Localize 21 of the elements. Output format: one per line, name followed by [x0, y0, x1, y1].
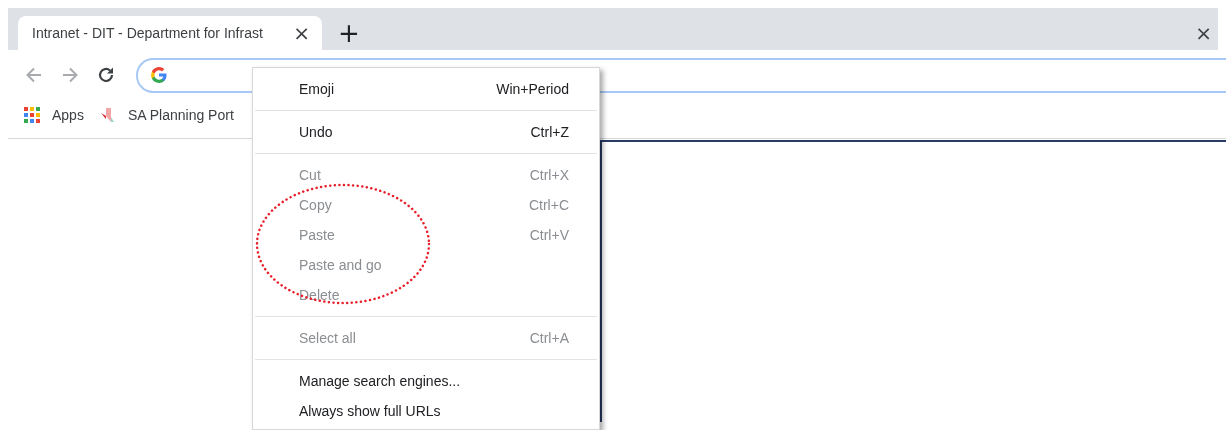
apps-grid-icon	[24, 107, 40, 123]
google-logo-icon	[150, 66, 168, 84]
tab-close-button[interactable]: ×	[289, 23, 314, 43]
shortcut-label: Ctrl+C	[528, 197, 569, 213]
shortcut-label: Ctrl+X	[529, 167, 569, 183]
new-tab-button[interactable]: +	[334, 20, 364, 46]
bookmark-item[interactable]: Apps	[24, 107, 84, 123]
shortcut-label: Ctrl+V	[529, 227, 569, 243]
menu-item[interactable]: Undo Ctrl+Z	[253, 117, 599, 147]
shortcut-label: Ctrl+Z	[530, 124, 569, 140]
browser-tab[interactable]: Intranet - DIT - Department for Infrast ×	[18, 16, 322, 50]
shortcut-label: Ctrl+A	[529, 330, 569, 346]
bookmark-item[interactable]: SA Planning Port	[99, 107, 234, 123]
window-close-button[interactable]: ×	[1193, 23, 1214, 43]
reload-icon[interactable]	[96, 65, 116, 85]
shortcut-label: Win+Period	[496, 81, 569, 97]
menu-item[interactable]: Emoji Win+Period	[253, 74, 599, 104]
flag-favicon-icon	[99, 107, 116, 123]
menu-item[interactable]: Manage search engines...	[253, 366, 599, 396]
menu-item[interactable]: Always show full URLs	[253, 396, 599, 426]
tab-title: Intranet - DIT - Department for Infrast	[32, 25, 264, 41]
